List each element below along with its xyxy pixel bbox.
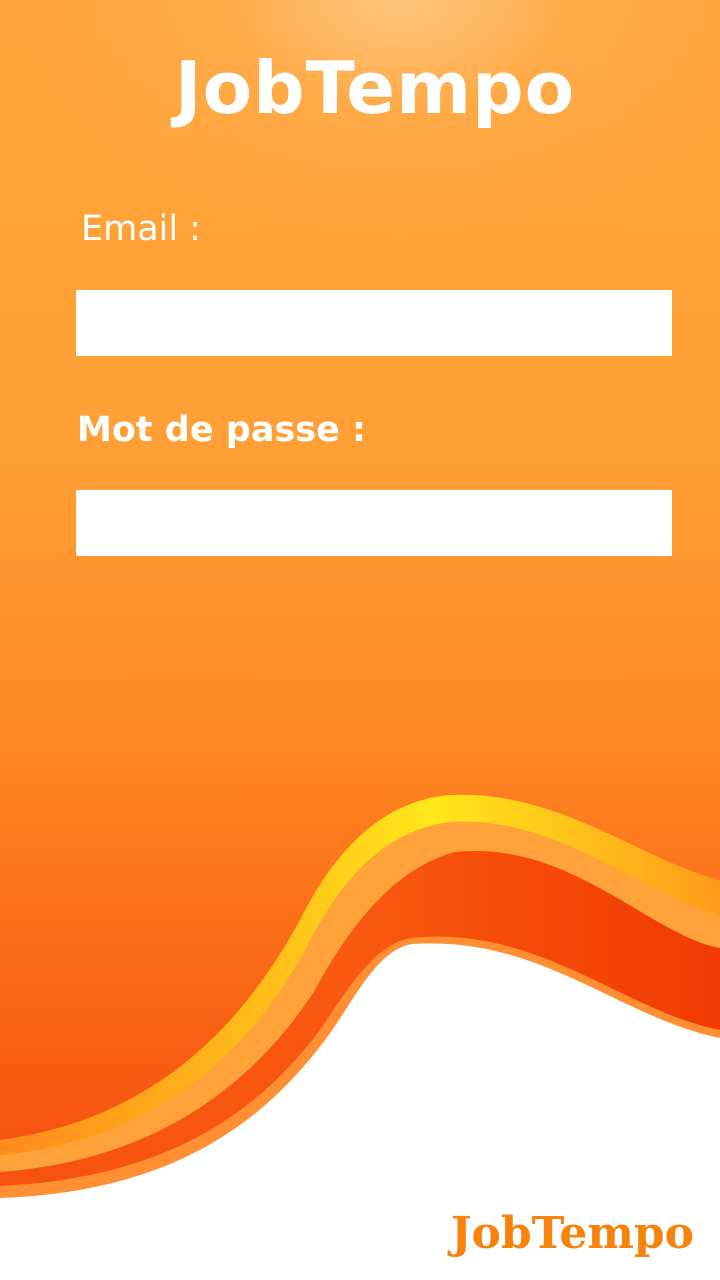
password-input[interactable]: [76, 490, 672, 556]
login-screen: JobTempo Email : Mot de passe : JobTempo: [0, 0, 720, 1280]
password-label: Mot de passe :: [77, 410, 367, 450]
footer-brand-logo: JobTempo: [450, 1208, 694, 1259]
email-label: Email :: [81, 209, 202, 249]
app-title: JobTempo: [174, 46, 576, 130]
decorative-wave: [0, 794, 720, 1280]
email-input[interactable]: [76, 290, 672, 356]
